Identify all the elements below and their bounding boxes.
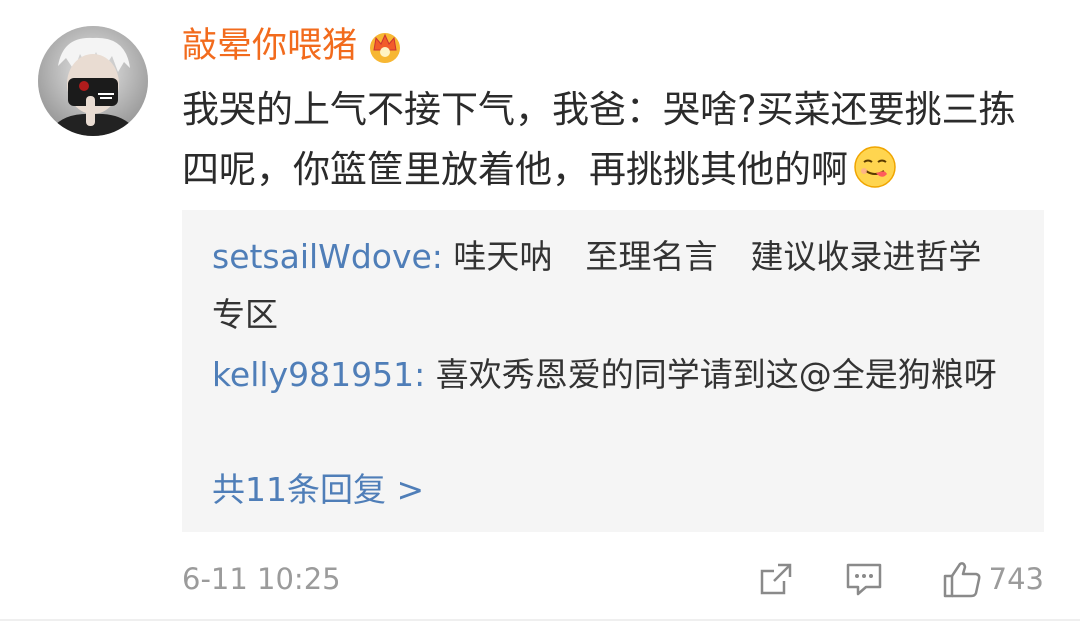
divider bbox=[0, 619, 1080, 621]
reply-username[interactable]: setsailWdove: bbox=[212, 237, 443, 276]
comment-icon[interactable] bbox=[844, 559, 884, 599]
like-count: 743 bbox=[988, 562, 1044, 596]
username-text[interactable]: 敲晕你喂猪 bbox=[182, 22, 357, 70]
comment-footer: 6-11 10:25 743 bbox=[182, 555, 1044, 603]
crown-badge-icon bbox=[365, 26, 405, 66]
timestamp: 6-11 10:25 bbox=[182, 562, 341, 596]
thumbs-up-icon[interactable] bbox=[941, 558, 983, 600]
reply-item[interactable]: setsailWdove: 哇天呐 至理名言 建议收录进哲学专区 bbox=[212, 228, 1002, 344]
avatar[interactable] bbox=[38, 26, 148, 136]
like-button[interactable]: 743 bbox=[941, 555, 1044, 603]
share-icon[interactable] bbox=[756, 559, 796, 599]
reply-username[interactable]: kelly981951: bbox=[212, 355, 425, 394]
replies-panel[interactable]: setsailWdove: 哇天呐 至理名言 建议收录进哲学专区 kelly98… bbox=[182, 210, 1044, 532]
tongue-out-emoji-icon bbox=[852, 144, 898, 190]
username[interactable]: 敲晕你喂猪 bbox=[182, 22, 405, 70]
comment-text: 我哭的上气不接下气，我爸：哭啥?买菜还要挑三拣四呢，你篮筐里放着他，再挑挑其他的… bbox=[182, 80, 1042, 200]
reply-item[interactable]: kelly981951: 喜欢秀恩爱的同学请到这@全是狗粮呀 bbox=[212, 346, 1002, 404]
reply-text: 喜欢秀恩爱的同学请到这@全是狗粮呀 bbox=[425, 355, 997, 394]
more-replies-link[interactable]: 共11条回复 > bbox=[212, 466, 424, 514]
